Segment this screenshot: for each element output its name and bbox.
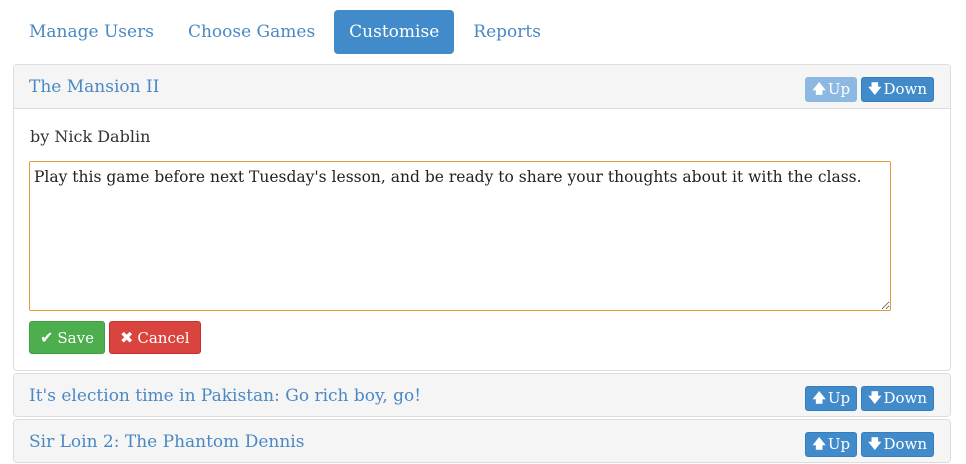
move-down-label: Down — [883, 80, 927, 98]
cancel-label: Cancel — [137, 328, 190, 347]
move-up-button[interactable]: 🡅 Up — [805, 432, 858, 457]
game-title[interactable]: Sir Loin 2: The Phantom Dennis — [29, 420, 304, 462]
tab-choose-games[interactable]: Choose Games — [173, 10, 330, 54]
move-up-button[interactable]: 🡅 Up — [805, 386, 858, 411]
game-panel: It's election time in Pakistan: Go rich … — [13, 373, 951, 417]
game-author: by Nick Dablin — [30, 127, 151, 146]
game-title[interactable]: The Mansion II — [29, 65, 159, 109]
move-down-label: Down — [883, 389, 927, 407]
cancel-button[interactable]: ✖ Cancel — [108, 321, 201, 354]
move-buttons: 🡅 Up 🡇 Down — [805, 386, 934, 411]
game-panel-expanded: The Mansion II 🡅 Up 🡇 Down by Nick Dabli… — [13, 64, 951, 371]
arrow-up-icon: 🡅 — [812, 82, 826, 97]
move-down-button[interactable]: 🡇 Down — [861, 77, 934, 102]
move-up-button[interactable]: 🡅 Up — [805, 77, 858, 102]
x-icon: ✖ — [119, 328, 134, 347]
check-icon: ✔ — [40, 328, 54, 347]
panel-heading: The Mansion II 🡅 Up 🡇 Down — [14, 65, 950, 109]
move-up-label: Up — [827, 80, 851, 98]
game-title[interactable]: It's election time in Pakistan: Go rich … — [29, 374, 421, 416]
arrow-down-icon: 🡇 — [868, 391, 882, 406]
editor-actions: ✔ Save ✖ Cancel — [29, 321, 201, 354]
panel-heading: Sir Loin 2: The Phantom Dennis 🡅 Up 🡇 Do… — [14, 420, 950, 462]
tab-customise[interactable]: Customise — [334, 10, 455, 54]
arrow-down-icon: 🡇 — [868, 82, 882, 97]
move-buttons: 🡅 Up 🡇 Down — [805, 432, 934, 457]
panel-heading: It's election time in Pakistan: Go rich … — [14, 374, 950, 416]
game-panel: Sir Loin 2: The Phantom Dennis 🡅 Up 🡇 Do… — [13, 419, 951, 463]
save-button[interactable]: ✔ Save — [29, 321, 105, 354]
arrow-down-icon: 🡇 — [868, 437, 882, 452]
move-up-label: Up — [827, 389, 851, 407]
nav-tabs: Manage Users Choose Games Customise Repo… — [14, 10, 556, 54]
tab-reports[interactable]: Reports — [458, 10, 556, 54]
move-buttons: 🡅 Up 🡇 Down — [805, 77, 934, 102]
move-up-label: Up — [827, 435, 851, 453]
game-note-textarea[interactable]: Play this game before next Tuesday's les… — [29, 161, 891, 311]
arrow-up-icon: 🡅 — [812, 391, 826, 406]
save-label: Save — [57, 328, 94, 347]
tab-manage-users[interactable]: Manage Users — [14, 10, 169, 54]
move-down-label: Down — [883, 435, 927, 453]
move-down-button[interactable]: 🡇 Down — [861, 386, 934, 411]
move-down-button[interactable]: 🡇 Down — [861, 432, 934, 457]
arrow-up-icon: 🡅 — [812, 437, 826, 452]
